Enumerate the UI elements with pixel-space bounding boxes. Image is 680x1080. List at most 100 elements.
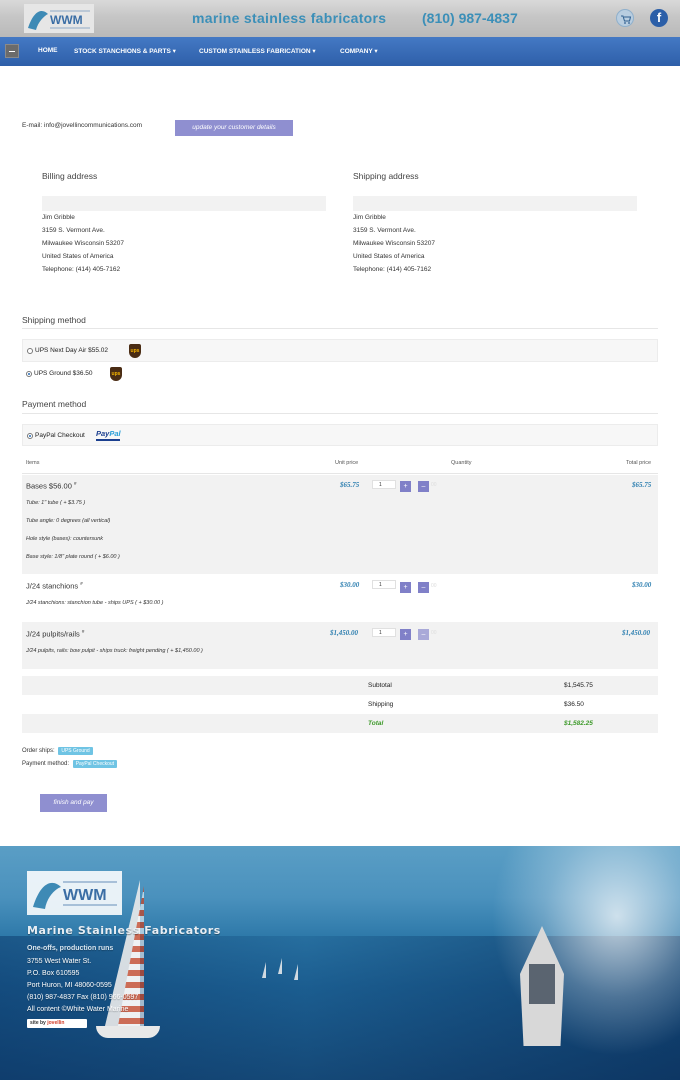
footer-phone-line[interactable]: (810) 987-4837 Fax (810) 966-0597 <box>27 994 138 1001</box>
site-by-badge[interactable]: site by jovellin <box>27 1019 87 1028</box>
item-option: J/24 pulpits, rails: bow pulpit - ships … <box>26 648 203 654</box>
footer-address-line: Port Huron, MI 48060-0595 <box>27 982 112 989</box>
nav-custom-fabrication[interactable]: CUSTOM STAINLESS FABRICATION ▾ <box>199 47 316 55</box>
item-name: Bases $56.00 # <box>26 481 77 491</box>
item-total-price: $30.00 <box>632 581 652 589</box>
svg-text:WWM: WWM <box>63 887 107 904</box>
qty-hint: 00 <box>431 583 437 589</box>
shipping-line: Telephone: (414) 405-7162 <box>353 266 432 273</box>
footer-address-line: 3755 West Water St. <box>27 958 92 965</box>
nav-stock-stanchions[interactable]: STOCK STANCHIONS & PARTS ▾ <box>74 47 176 55</box>
footer-title: Marine Stainless Fabricators <box>27 924 221 937</box>
qty-minus-button[interactable]: – <box>418 481 429 492</box>
customer-email: E-mail: info@jovellincommunications.com <box>22 122 143 129</box>
footer-wwm-logo[interactable]: WWM <box>27 871 122 915</box>
divider <box>22 473 658 474</box>
item-unit-price: $30.00 <box>340 581 360 589</box>
payment-method-summary: Payment method: PayPal Checkout <box>22 760 118 768</box>
update-customer-details-button[interactable]: update your customer details <box>175 120 293 136</box>
radio-paypal[interactable] <box>27 433 33 439</box>
qty-minus-button[interactable]: – <box>418 629 429 640</box>
item-option: Tube: 1" tube ( + $3.75 ) <box>26 500 86 506</box>
item-option: Tube angle: 0 degrees (all vertical) <box>26 518 111 524</box>
shipping-option-label: UPS Next Day Air $55.02 <box>35 347 108 354</box>
total-label: Total <box>368 720 384 727</box>
cart-icon[interactable] <box>616 9 634 27</box>
order-ships-badge: UPS Ground <box>58 747 93 755</box>
finish-and-pay-button[interactable]: finish and pay <box>40 794 107 812</box>
svg-text:WWM: WWM <box>50 13 83 27</box>
payment-method-label: Payment method: <box>22 761 70 767</box>
shipping-line: Jim Gribble <box>353 214 386 221</box>
qty-plus-button[interactable]: + <box>400 481 411 492</box>
shipping-option-label: UPS Ground $36.50 <box>34 370 93 377</box>
qty-minus-button[interactable]: – <box>418 582 429 593</box>
total-row: Total $1,582.25 <box>22 714 658 733</box>
distant-sail-icon <box>294 964 298 980</box>
order-ships-summary: Order ships: UPS Ground <box>22 747 93 755</box>
quantity-input[interactable]: 1 <box>372 480 396 489</box>
site-footer: WWM Marine Stainless Fabricators One-off… <box>0 846 680 1080</box>
shipping-method-title: Shipping method <box>22 315 86 325</box>
distant-sail-icon <box>278 958 282 974</box>
paypal-logo-icon: PayPal <box>96 429 121 441</box>
quantity-input[interactable]: 1 <box>372 628 396 637</box>
item-total-price: $1,450.00 <box>622 629 650 637</box>
total-value: $1,582.25 <box>564 720 593 727</box>
col-unit-price: Unit price <box>335 460 359 466</box>
payment-option-paypal[interactable]: PayPal Checkout PayPal <box>22 424 658 446</box>
billing-line: Milwaukee Wisconsin 53207 <box>42 240 125 247</box>
shipping-address-bar <box>353 196 637 211</box>
shipping-option-next-day[interactable]: UPS Next Day Air $55.02 ups <box>22 339 658 362</box>
qty-plus-button[interactable]: + <box>400 629 411 640</box>
billing-title: Billing address <box>42 171 98 181</box>
subtotal-row: Subtotal $1,545.75 <box>22 676 658 695</box>
menu-toggle-icon[interactable] <box>5 44 19 58</box>
radio-next-day[interactable] <box>27 348 33 354</box>
radio-ground[interactable] <box>26 371 32 377</box>
cart-item-row: J/24 stanchions # $30.00 1 + – 00 $30.00… <box>22 574 658 622</box>
qty-plus-button[interactable]: + <box>400 582 411 593</box>
payment-option-label: PayPal Checkout <box>35 432 85 439</box>
qty-hint: 00 <box>431 482 437 488</box>
shipping-line: 3159 S. Vermont Ave. <box>353 227 416 234</box>
col-items: Items <box>26 460 40 466</box>
wwm-logo[interactable]: WWM <box>24 4 94 33</box>
item-name: J/24 pulpits/rails # <box>26 629 85 639</box>
col-quantity: Quantity <box>451 460 472 466</box>
shipping-option-ground[interactable]: UPS Ground $36.50 ups <box>22 363 658 385</box>
item-option: J/24 stanchions: stanchion tube - ships … <box>26 600 164 606</box>
nav-home[interactable]: HOME <box>38 47 58 54</box>
billing-line: United States of America <box>42 253 114 260</box>
top-header: WWM marine stainless fabricators (810) 9… <box>0 0 680 37</box>
order-ships-label: Order ships: <box>22 748 55 754</box>
qty-hint: 00 <box>431 630 437 636</box>
item-name: J/24 stanchions # <box>26 581 83 591</box>
payment-method-badge: PayPal Checkout <box>72 760 118 768</box>
footer-copyright: All content ©White Water Marine <box>27 1006 129 1013</box>
facebook-icon[interactable]: f <box>650 9 668 27</box>
divider <box>22 413 658 414</box>
brand-tagline: marine stainless fabricators <box>192 10 387 26</box>
shipping-row: Shipping $36.50 <box>22 695 658 714</box>
billing-address-bar <box>42 196 326 211</box>
ups-icon: ups <box>110 367 122 381</box>
footer-address-line: P.O. Box 610595 <box>27 970 80 977</box>
cart-item-row: Bases $56.00 # $65.75 1 + – 00 $65.75 Tu… <box>22 475 658 574</box>
sailboat-hull <box>96 1026 160 1038</box>
shipping-value: $36.50 <box>564 701 584 708</box>
col-total-price: Total price <box>626 460 652 466</box>
boat-wake <box>470 846 680 1080</box>
footer-tagline: One-offs, production runs <box>27 945 114 952</box>
divider <box>22 328 658 329</box>
item-total-price: $65.75 <box>632 481 652 489</box>
payment-method-title: Payment method <box>22 399 87 409</box>
shipping-line: Milwaukee Wisconsin 53207 <box>353 240 436 247</box>
shipping-line: United States of America <box>353 253 425 260</box>
item-option: Base style: 1/8" plate round ( + $6.00 ) <box>26 554 120 560</box>
header-phone[interactable]: (810) 987-4837 <box>422 10 518 26</box>
quantity-input[interactable]: 1 <box>372 580 396 589</box>
subtotal-label: Subtotal <box>368 682 392 689</box>
nav-company[interactable]: COMPANY ▾ <box>340 47 378 55</box>
subtotal-value: $1,545.75 <box>564 682 593 689</box>
